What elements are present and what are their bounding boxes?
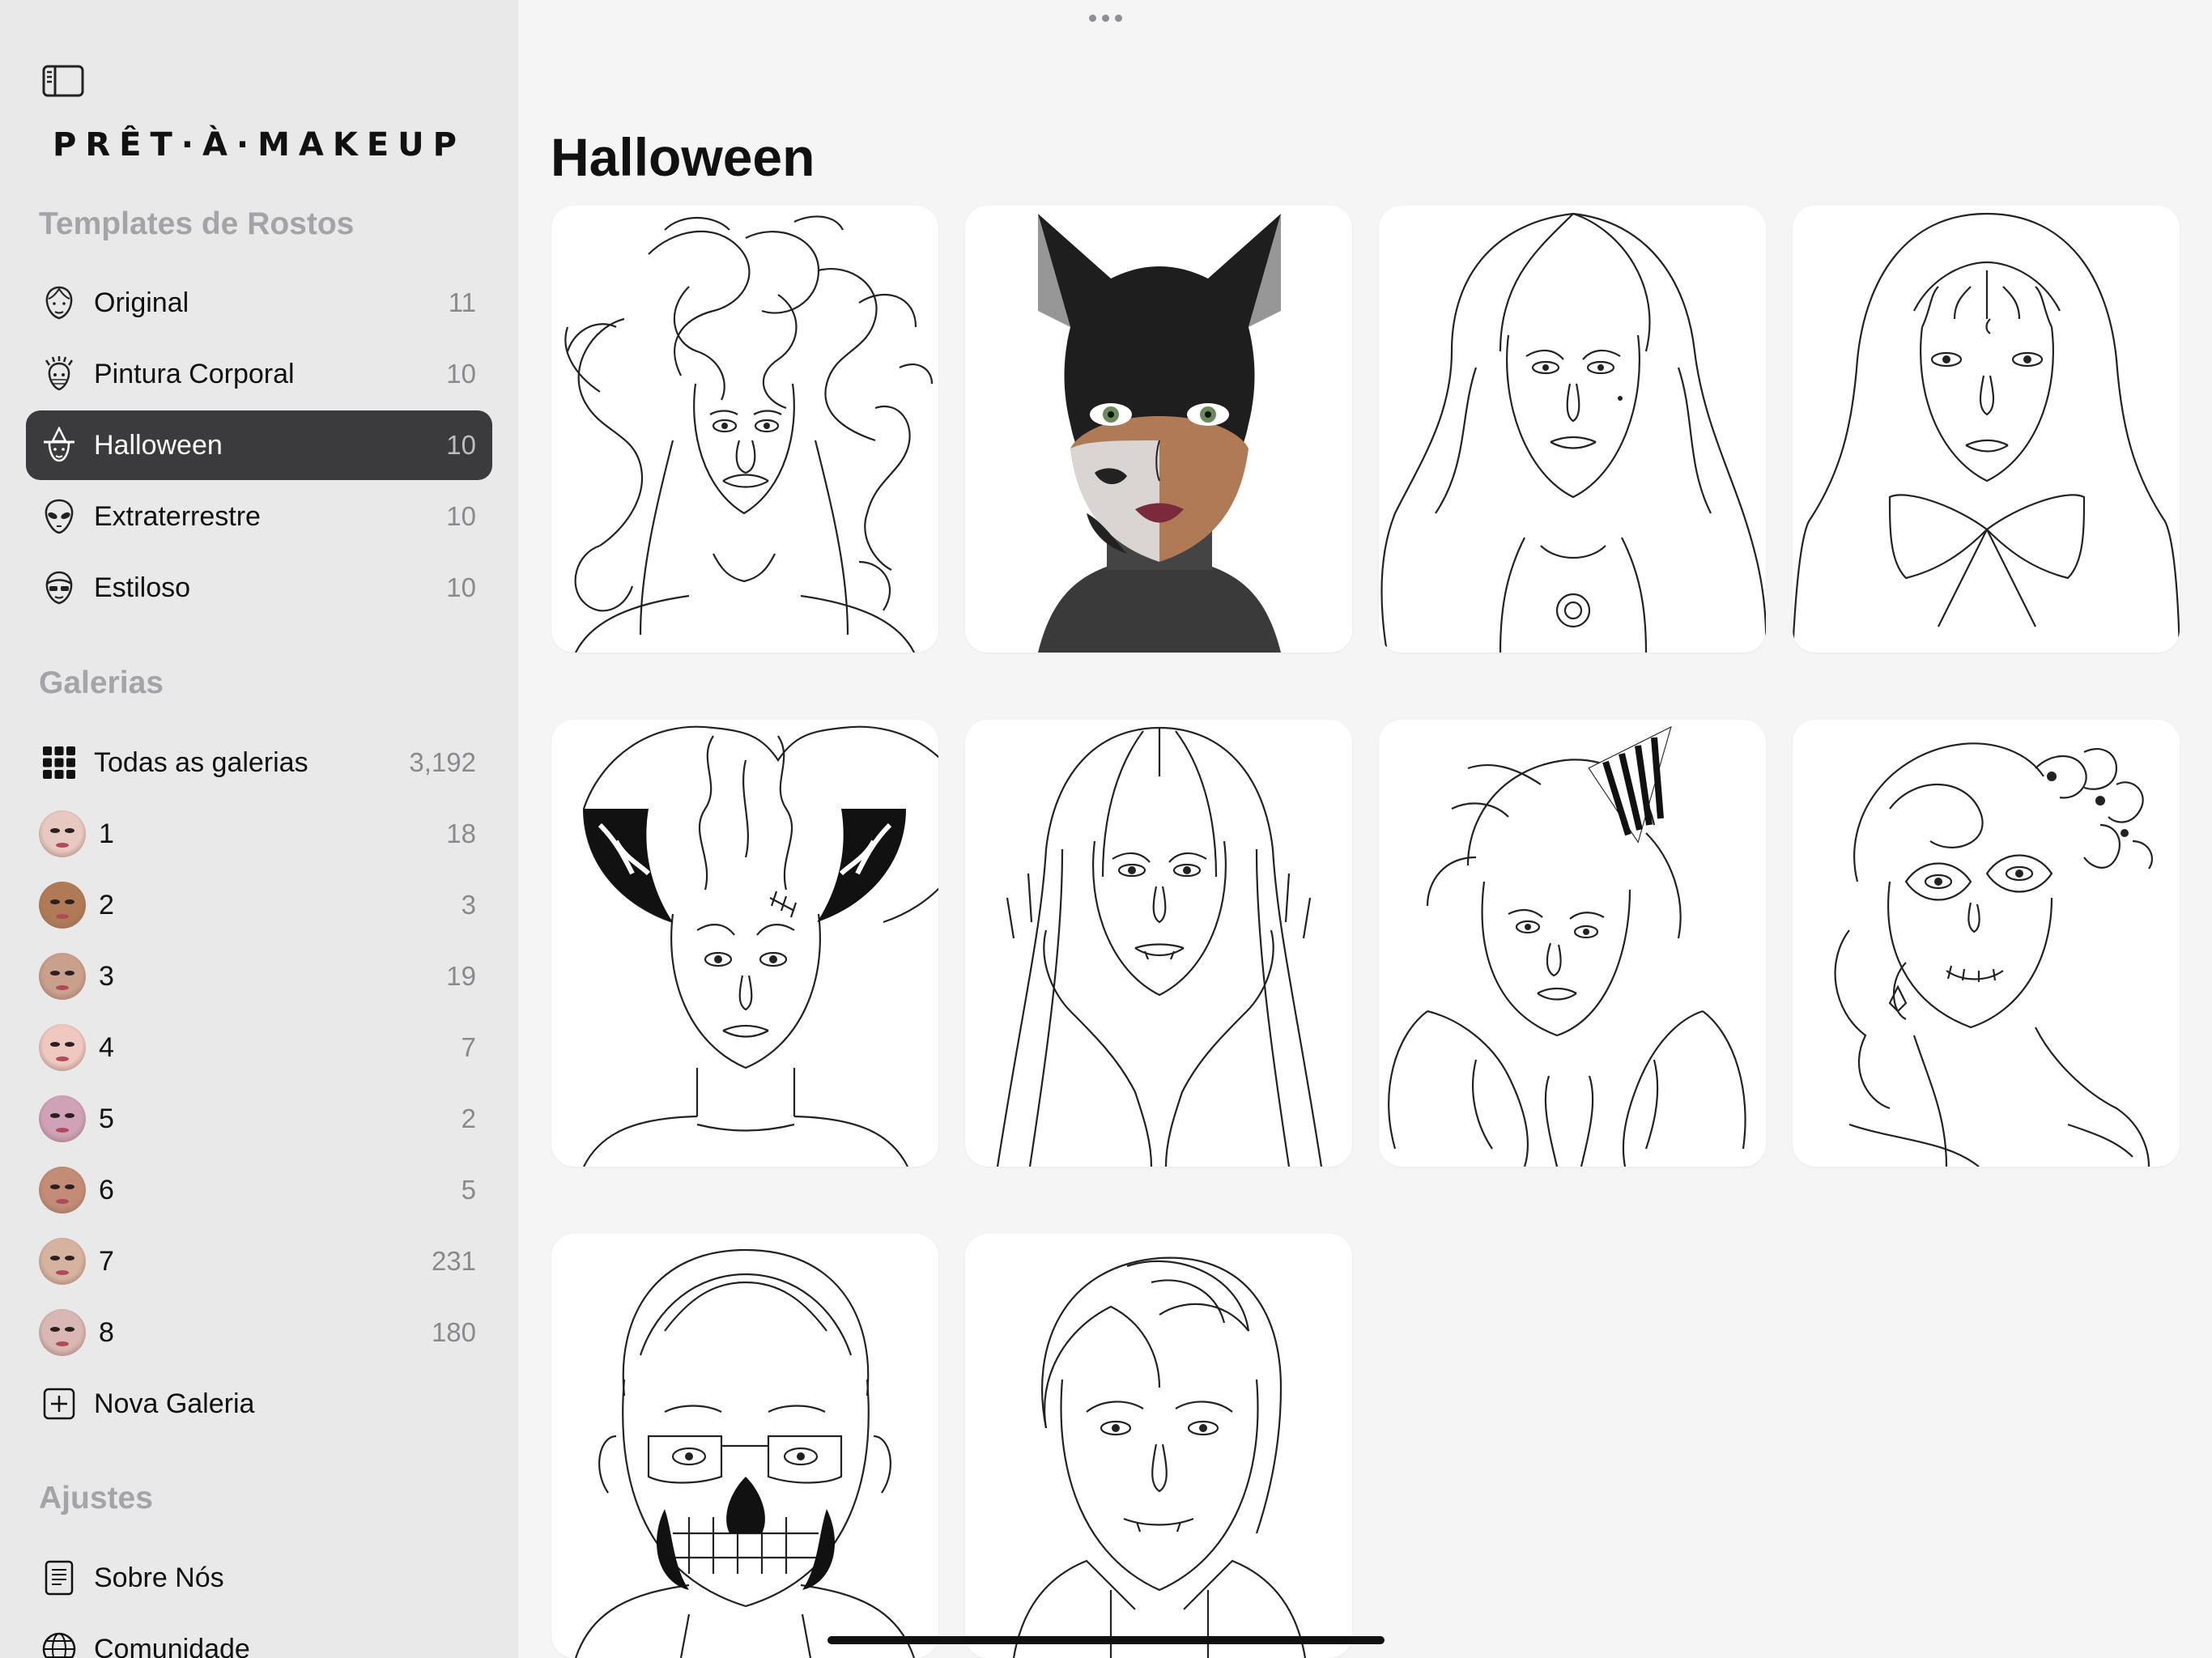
- template-card-9[interactable]: [551, 1234, 938, 1658]
- sidebar-item-all-galleries[interactable]: Todas as galerias 3,192: [26, 728, 492, 797]
- sidebar-item-label: Sobre Nós: [94, 1562, 224, 1593]
- app-logo: PRÊT·À·MAKEUP: [53, 126, 466, 164]
- sidebar-item-count: 18: [446, 818, 476, 848]
- template-card-3[interactable]: [1379, 206, 1766, 653]
- sidebar-item-gallery-1[interactable]: 1 18: [26, 799, 492, 869]
- sidebar-item-gallery-6[interactable]: 65: [26, 1155, 492, 1225]
- gallery-avatar: [39, 810, 86, 857]
- gallery-avatar: [39, 882, 86, 929]
- sidebar-item-gallery-4[interactable]: 47: [26, 1013, 492, 1082]
- sidebar-item-estiloso[interactable]: Estiloso 10: [26, 553, 492, 623]
- sidebar-item-label: Nova Galeria: [94, 1388, 255, 1419]
- sidebar-item-label: 3: [99, 960, 114, 992]
- template-card-5[interactable]: [551, 720, 938, 1167]
- template-card-10[interactable]: [965, 1234, 1352, 1658]
- sidebar-item-count: 2: [461, 1103, 476, 1133]
- sidebar-item-label: 7: [99, 1245, 114, 1277]
- face-outline-icon: [39, 283, 79, 323]
- sidebar-item-halloween[interactable]: Halloween 10: [26, 410, 492, 480]
- template-card-8[interactable]: [1793, 720, 2180, 1167]
- gallery-avatar: [39, 953, 86, 1000]
- sidebar-item-label: Halloween: [94, 429, 223, 461]
- sidebar-item-comunidade[interactable]: Comunidade: [26, 1614, 492, 1658]
- sidebar-item-count: 10: [446, 359, 476, 389]
- sidebar-item-count: 10: [446, 430, 476, 460]
- template-card-2[interactable]: [965, 206, 1352, 653]
- gallery-avatar: [39, 1238, 86, 1285]
- template-card-4[interactable]: [1793, 206, 2180, 653]
- sidebar-item-count: 5: [461, 1175, 476, 1205]
- sidebar-item-label: Pintura Corporal: [94, 358, 295, 389]
- sidebar-item-count: 180: [431, 1317, 476, 1347]
- document-icon: [39, 1558, 79, 1598]
- section-title-galleries: Galerias: [39, 665, 164, 700]
- body-paint-icon: [39, 354, 79, 394]
- sidebar-item-count: 7: [461, 1032, 476, 1062]
- section-title-templates: Templates de Rostos: [39, 206, 355, 241]
- sidebar-item-gallery-8[interactable]: 8 180: [26, 1298, 492, 1367]
- sidebar-item-label: 6: [99, 1174, 114, 1205]
- sidebar-item-gallery-2[interactable]: 23: [26, 870, 492, 940]
- sidebar-item-label: 4: [99, 1031, 114, 1063]
- sidebar-item-count: 3,192: [409, 747, 476, 777]
- party-hat-clown-template: [1388, 725, 1746, 1167]
- sidebar-item-count: 11: [448, 287, 476, 317]
- sidebar-item-label: Comunidade: [94, 1633, 250, 1658]
- witch-icon: [39, 425, 79, 466]
- gallery-avatar: [39, 1309, 86, 1356]
- sidebar-item-label: 8: [99, 1316, 114, 1348]
- sidebar-item-label: 1: [99, 818, 114, 849]
- sidebar: PRÊT·À·MAKEUP Templates de Rostos Origin…: [0, 0, 518, 1658]
- grid-icon: [39, 742, 79, 783]
- sugar-skull-flowers-template: [1834, 742, 2154, 1167]
- vampire-man-template: [1012, 1256, 1307, 1658]
- medusa-template: [564, 215, 934, 653]
- gallery-avatar: [39, 1167, 86, 1214]
- sidebar-item-label: Todas as galerias: [94, 746, 308, 778]
- globe-icon: [39, 1629, 79, 1658]
- sidebar-item-label: Estiloso: [94, 572, 191, 603]
- sidebar-item-count: 3: [461, 890, 476, 920]
- sidebar-item-count: 231: [431, 1246, 476, 1276]
- sidebar-item-count: 10: [446, 501, 476, 531]
- page-title: Halloween: [551, 127, 815, 187]
- sidebar-item-label: 5: [99, 1103, 114, 1134]
- sidebar-item-label: Extraterrestre: [94, 500, 261, 532]
- alien-icon: [39, 496, 79, 537]
- sidebar-item-label: 2: [99, 889, 114, 920]
- sidebar-item-gallery-3[interactable]: 3 19: [26, 942, 492, 1011]
- sidebar-item-pintura-corporal[interactable]: Pintura Corporal 10: [26, 339, 492, 409]
- sidebar-item-gallery-5[interactable]: 52: [26, 1084, 492, 1154]
- hooded-bow-template: [1793, 212, 2180, 653]
- sidebar-item-count: 10: [446, 572, 476, 602]
- sidebar-item-count: 19: [446, 961, 476, 991]
- sidebar-item-gallery-7[interactable]: 7 231: [26, 1226, 492, 1296]
- sidebar-item-original[interactable]: Original 11: [26, 268, 492, 338]
- bride-of-frankenstein-template: [582, 725, 938, 1167]
- long-hair-woman-template: [1380, 212, 1766, 653]
- gallery-avatar: [39, 1024, 86, 1071]
- new-gallery-button[interactable]: Nova Galeria: [26, 1369, 492, 1439]
- stylish-face-icon: [39, 568, 79, 608]
- sidebar-item-sobre-nos[interactable]: Sobre Nós: [26, 1543, 492, 1613]
- skull-glasses-man-template: [574, 1248, 916, 1658]
- sidebar-toggle-icon[interactable]: [42, 65, 84, 97]
- plus-square-icon: [39, 1384, 79, 1424]
- catwoman-skull-template: [965, 206, 1352, 653]
- long-claw-vampire-template: [996, 726, 1323, 1167]
- template-card-7[interactable]: [1379, 720, 1766, 1167]
- template-card-6[interactable]: [965, 720, 1352, 1167]
- gallery-avatar: [39, 1095, 86, 1142]
- sidebar-item-extraterrestre[interactable]: Extraterrestre 10: [26, 482, 492, 551]
- multitasking-dots-icon[interactable]: [1089, 15, 1122, 22]
- home-indicator[interactable]: [827, 1636, 1385, 1644]
- template-card-1[interactable]: [551, 206, 938, 653]
- section-title-settings: Ajustes: [39, 1481, 153, 1516]
- sidebar-item-label: Original: [94, 287, 189, 318]
